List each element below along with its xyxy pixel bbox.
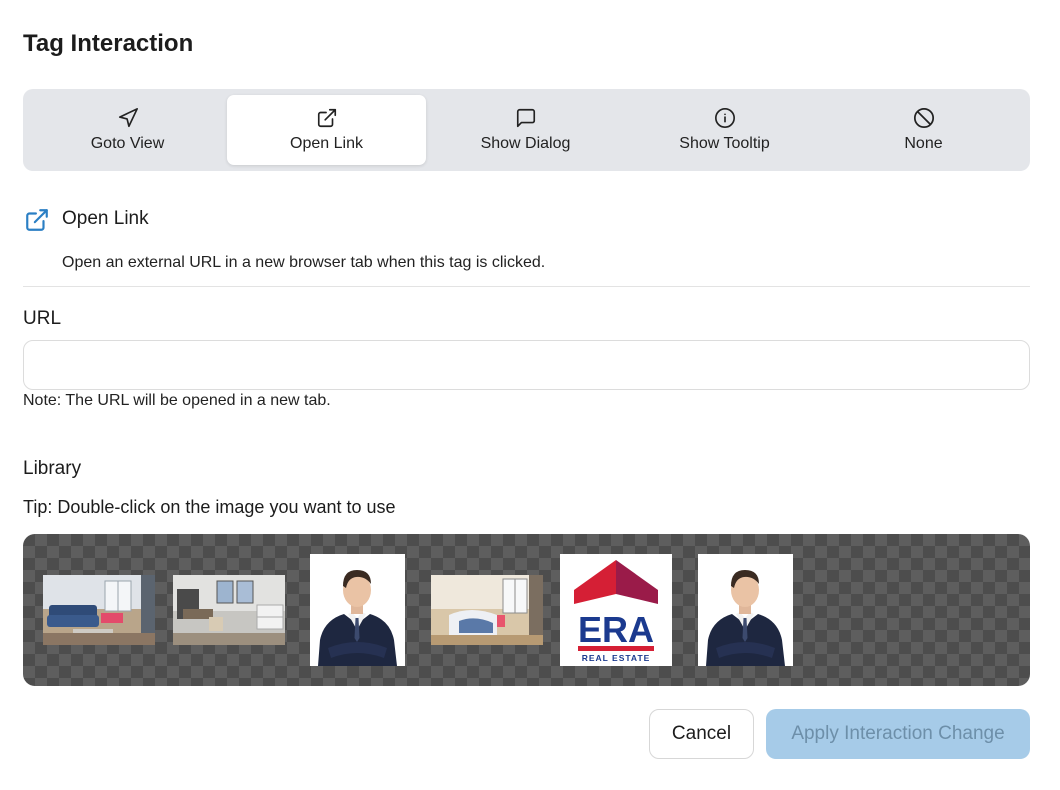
tab-label: Show Dialog — [480, 135, 571, 152]
interaction-type-tabs: Goto View Open Link Show Dialog Show Too… — [23, 89, 1030, 171]
external-link-icon — [26, 209, 48, 231]
era-logo-subtext: REAL ESTATE — [582, 653, 651, 663]
image-library: ERA REAL ESTATE — [23, 534, 1030, 686]
library-image-living-room[interactable] — [43, 575, 155, 645]
tab-label: None — [904, 135, 943, 152]
library-image-agent-portrait[interactable] — [698, 554, 793, 666]
navigation-arrow-icon — [118, 108, 138, 128]
tab-label: Goto View — [90, 135, 165, 152]
cancel-button[interactable]: Cancel — [649, 709, 754, 759]
tab-show-dialog[interactable]: Show Dialog — [426, 95, 625, 165]
tab-label: Open Link — [290, 135, 363, 152]
library-image-bedroom[interactable] — [431, 575, 543, 645]
url-label: URL — [23, 308, 62, 329]
library-image-era-logo[interactable]: ERA REAL ESTATE — [560, 554, 672, 666]
tab-none[interactable]: None — [824, 95, 1023, 165]
url-input[interactable] — [23, 340, 1030, 390]
section-description: Open an external URL in a new browser ta… — [62, 254, 546, 271]
era-logo-text: ERA — [578, 609, 654, 650]
dialog-title: Tag Interaction — [23, 30, 194, 57]
section-title: Open Link — [62, 208, 149, 229]
message-square-icon — [516, 108, 535, 128]
tab-show-tooltip[interactable]: Show Tooltip — [625, 95, 824, 165]
info-circle-icon — [714, 108, 735, 128]
library-tip: Tip: Double-click on the image you want … — [23, 497, 396, 517]
library-image-agent-portrait[interactable] — [310, 554, 405, 666]
url-note: Note: The URL will be opened in a new ta… — [23, 392, 331, 409]
tab-label: Show Tooltip — [679, 135, 770, 152]
apply-interaction-change-button[interactable]: Apply Interaction Change — [766, 709, 1030, 759]
library-image-office-room[interactable] — [173, 575, 285, 645]
tag-interaction-dialog: Tag Interaction Goto View Open Link Show… — [0, 0, 1060, 790]
tab-open-link[interactable]: Open Link — [227, 95, 426, 165]
divider — [23, 286, 1030, 287]
external-link-icon — [317, 108, 336, 128]
ban-icon — [913, 107, 934, 129]
tab-goto-view[interactable]: Goto View — [28, 95, 227, 165]
library-label: Library — [23, 458, 82, 479]
